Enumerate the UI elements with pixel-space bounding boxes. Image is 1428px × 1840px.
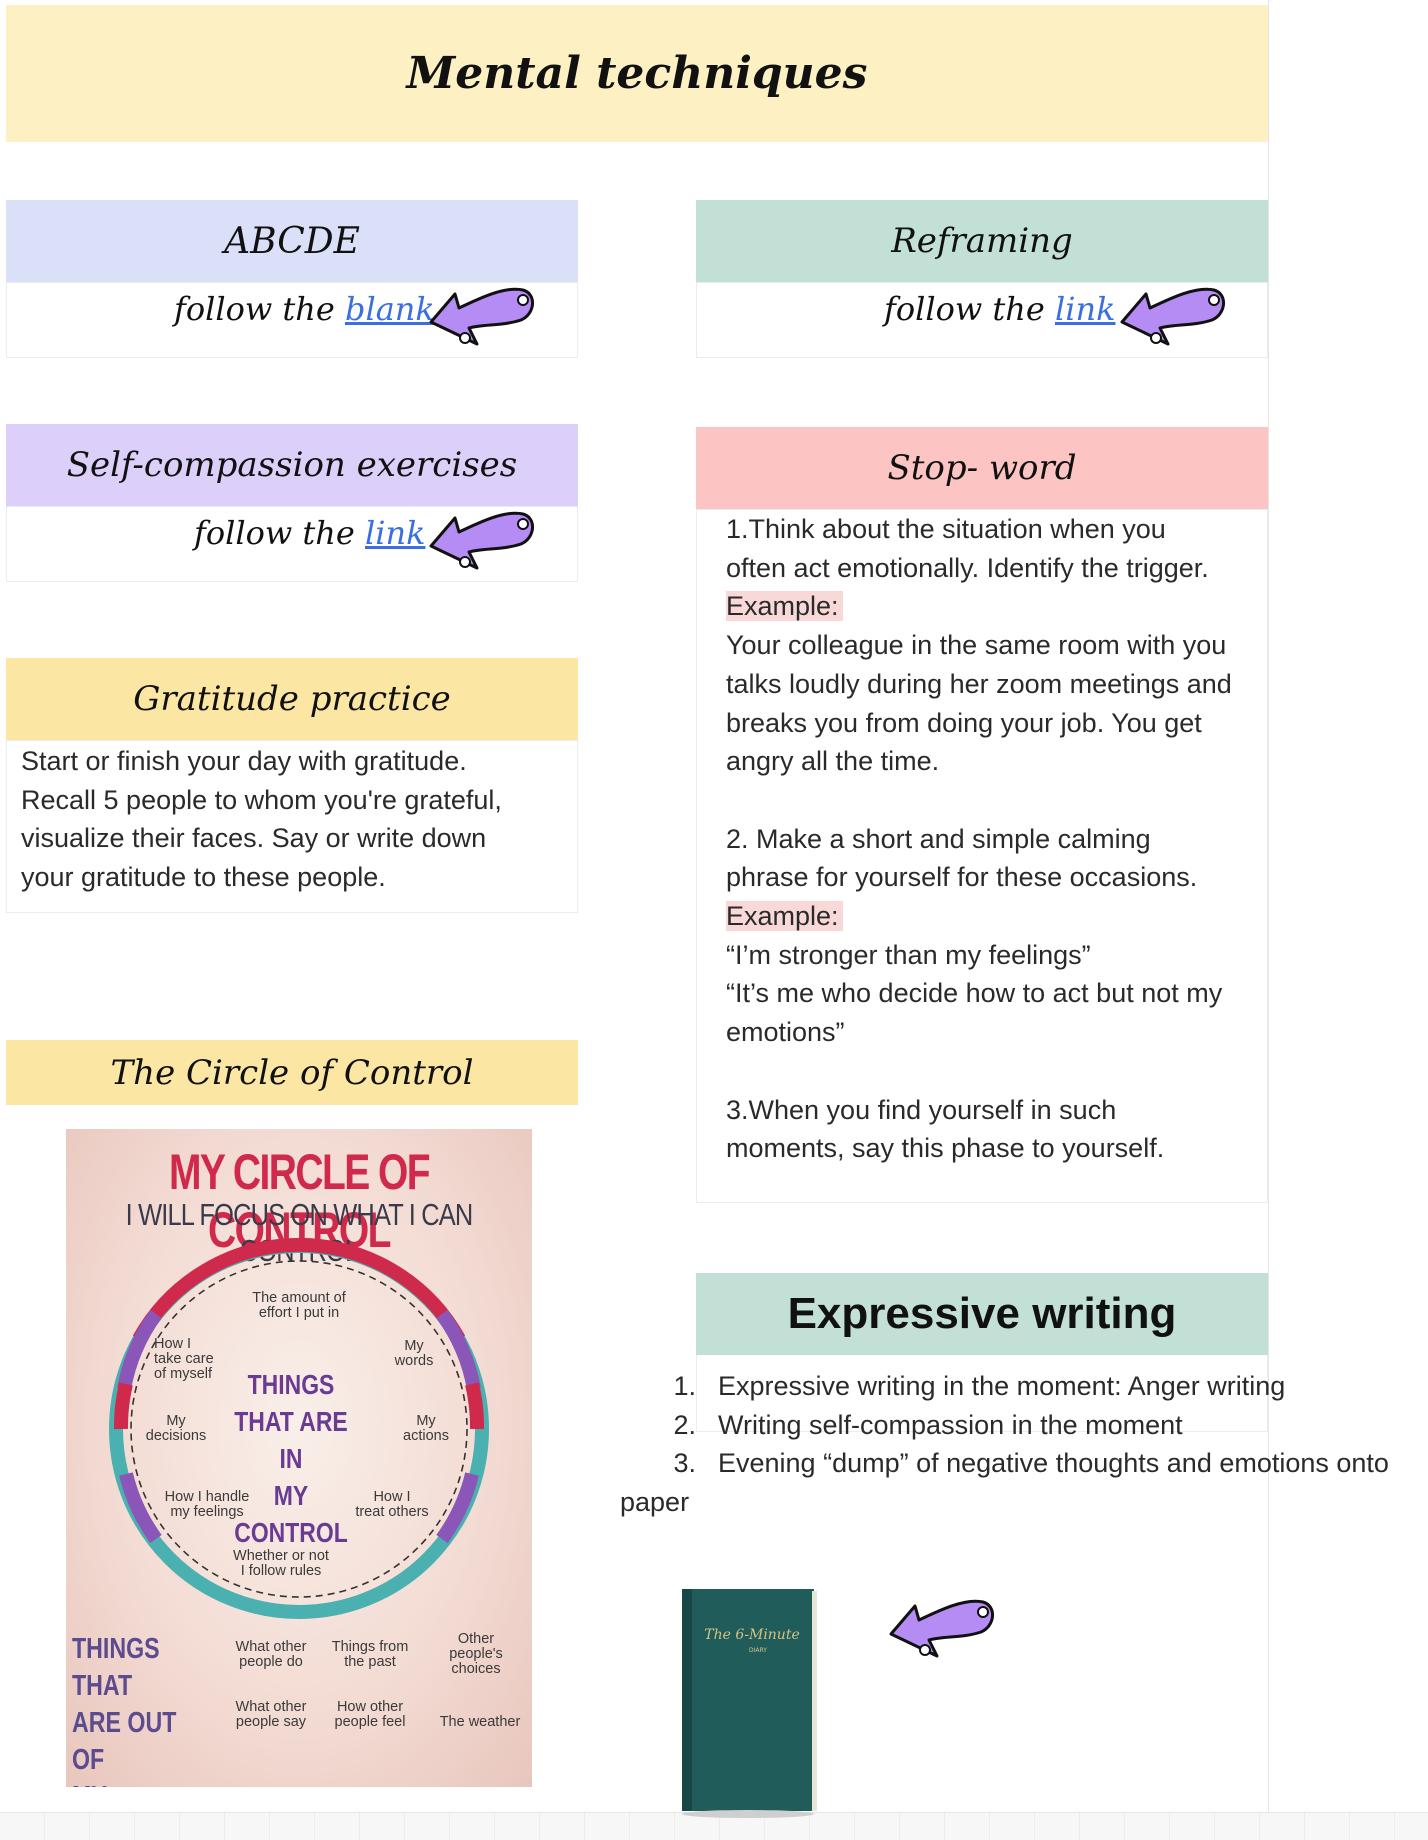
poster-label: My decisions (145, 1413, 207, 1444)
poster-label: What other people say (235, 1699, 307, 1730)
canvas-right-margin (1269, 0, 1428, 1812)
list-number: 1. (673, 1371, 696, 1401)
text-line: “I’m stronger than my feelings” (726, 939, 1091, 970)
text-line: breaks you from doing your job. You get (726, 707, 1202, 738)
canvas-edge (1268, 0, 1269, 1839)
purple-arrow-sticker-icon (1120, 287, 1225, 346)
poster-label: What other people do (235, 1639, 307, 1670)
page-title: Mental techniques (6, 5, 1268, 142)
text-line: 3.When you find yourself in such (726, 1094, 1117, 1125)
circle-of-control-heading: The Circle of Control (6, 1040, 578, 1105)
gratitude-text: Start or finish your day with gratitude.… (21, 742, 581, 897)
text-line: your gratitude to these people. (21, 862, 386, 893)
stop-word-heading: Stop- word (696, 427, 1268, 509)
abcde-heading: ABCDE (6, 200, 578, 282)
expressive-writing-heading: Expressive writing (696, 1273, 1268, 1355)
list-wrap-text: paper (620, 1487, 690, 1518)
text-line: talks loudly during her zoom meetings an… (726, 668, 1232, 699)
poster-label: How other people feel (334, 1699, 406, 1730)
list-text: Evening “dump” of negative thoughts and … (718, 1448, 1389, 1479)
example-label: Example: (726, 901, 843, 932)
text-line: phrase for yourself for these occasions. (726, 862, 1198, 893)
text-line: visualize their faces. Say or write down (21, 823, 487, 854)
follow-prefix: follow the (884, 290, 1045, 328)
poster-label: Whether or not I follow rules (233, 1548, 329, 1579)
reframing-link[interactable]: link (1055, 290, 1115, 328)
follow-prefix: follow the (174, 290, 335, 328)
gratitude-heading: Gratitude practice (6, 658, 578, 740)
text-line: moments, say this phase to yourself. (726, 1133, 1165, 1164)
list-number: 3. (673, 1448, 696, 1479)
poster-label: Things from the past (331, 1639, 409, 1670)
self-compassion-link[interactable]: link (365, 514, 425, 552)
poster-label: The amount of effort I put in (252, 1290, 346, 1321)
abcde-link[interactable]: blank (345, 290, 435, 328)
diary-cover-title: The 6-Minute (704, 1627, 799, 1643)
purple-arrow-sticker-icon (429, 287, 534, 346)
text-line: Start or finish your day with gratitude. (21, 746, 467, 776)
poster-label: How I treat others (355, 1489, 429, 1520)
text-line: Your colleague in the same room with you (726, 630, 1227, 661)
text-line: 1.Think about the situation when you (726, 514, 1166, 544)
list-item: 2. Writing self-compassion in the moment (620, 1406, 1428, 1445)
text-line: Recall 5 people to whom you're grateful, (21, 784, 502, 815)
poster-label: Other people's choices (449, 1631, 503, 1677)
circle-of-control-poster: MY CIRCLE OF CONTROL I WILL FOCUS ON WHA… (66, 1129, 532, 1787)
poster-center-text: THINGS THAT ARE IN MY CONTROL (234, 1369, 348, 1548)
self-compassion-follow-text: follow the link (194, 514, 425, 552)
purple-arrow-sticker-icon (429, 511, 534, 570)
poster-label: My words (394, 1338, 434, 1369)
diary-cover-sub: DIARY (749, 1647, 767, 1654)
list-text: Expressive writing in the moment: Anger … (718, 1371, 1286, 1401)
list-number: 2. (673, 1409, 696, 1440)
poster-label: How I take care of myself (154, 1336, 214, 1382)
reframing-follow-text: follow the link (884, 290, 1115, 328)
text-line: 2. Make a short and simple calming (726, 823, 1151, 854)
poster-outside-heading: THINGS THAT ARE OUT OF MY CONTROL (72, 1633, 177, 1787)
purple-arrow-sticker-icon (889, 1599, 994, 1658)
text-line: often act emotionally. Identify the trig… (726, 552, 1209, 583)
text-line: angry all the time. (726, 746, 940, 777)
stop-word-text: 1.Think about the situation when you oft… (726, 510, 1266, 1168)
diary-book-image: The 6-Minute DIARY (682, 1589, 817, 1818)
follow-prefix: follow the (194, 514, 355, 552)
list-item: 3. Evening “dump” of negative thoughts an… (620, 1444, 1428, 1483)
poster-label: How I handle my feelings (164, 1489, 250, 1520)
abcde-follow-text: follow the blank (174, 290, 435, 328)
reframing-heading: Reframing (696, 200, 1268, 282)
list-item: 1. Expressive writing in the moment: Ange… (620, 1367, 1428, 1406)
self-compassion-heading: Self-compassion exercises (6, 424, 578, 506)
expressive-writing-list: 1. Expressive writing in the moment: Ange… (620, 1367, 1428, 1522)
example-label: Example: (726, 591, 843, 622)
text-line: “It’s me who decide how to act but not m… (726, 978, 1223, 1009)
poster-label: The weather (439, 1714, 521, 1730)
poster-label: My actions (403, 1413, 449, 1444)
list-text: Writing self-compassion in the moment (718, 1409, 1183, 1440)
text-line: emotions” (726, 1017, 845, 1048)
